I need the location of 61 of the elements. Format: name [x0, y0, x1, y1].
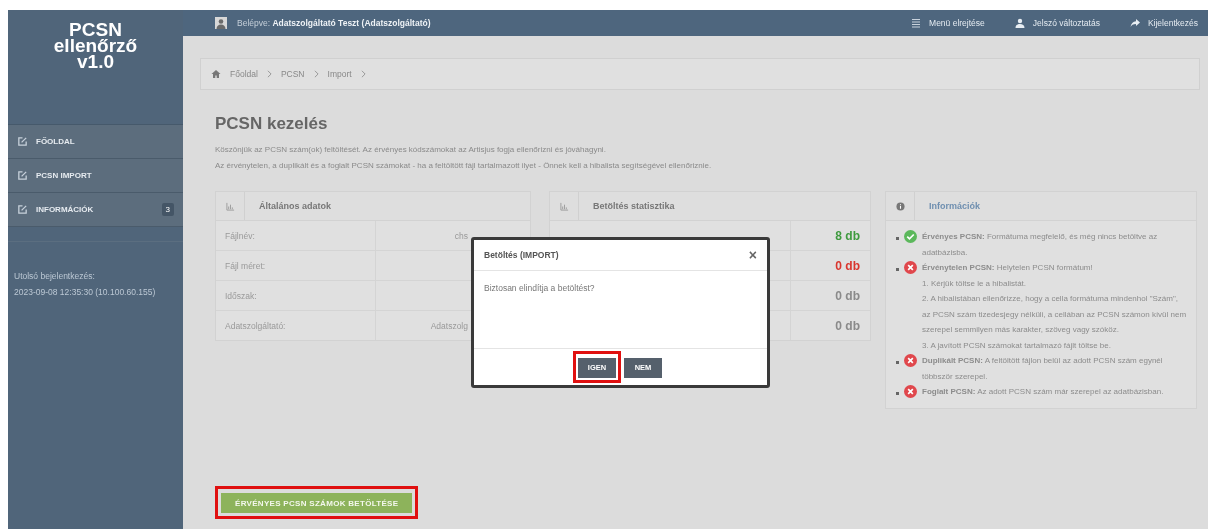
chevron-right-icon	[266, 70, 272, 78]
app-logo: PCSN ellenőrző v1.0	[52, 18, 139, 74]
logged-in-user: Belépve: Adatszolgáltató Teszt (Adatszolgáltató)	[237, 18, 431, 28]
dialog-title: Betöltés (IMPORT)	[484, 250, 559, 260]
count-value: 0 db	[834, 317, 861, 335]
info-text: Érvénytelen PCSN: Helytelen PCSN formátum!	[922, 263, 1093, 272]
info-text: Foglalt PCSN: Az adott PCSN szám már szerepel az adatbázisban.	[922, 387, 1164, 396]
error-circle-icon	[904, 261, 917, 274]
share-arrow-icon	[1129, 18, 1140, 28]
edit-icon	[17, 170, 28, 181]
top-bar-link[interactable]: Jelszó változtatás	[1014, 18, 1100, 28]
info-icon	[895, 201, 905, 211]
user-avatar-icon	[215, 17, 227, 29]
edit-icon	[17, 136, 28, 147]
count-value: 8 db	[834, 227, 861, 245]
error-circle-icon	[904, 354, 917, 367]
last-login-value: 2023-09-08 12:35:30 (10.100.60.155)	[14, 286, 157, 299]
table-cell: Fájl méret:	[216, 251, 376, 280]
count-badge: 3	[161, 203, 174, 216]
info-step: 3. A javított PCSN számokat tartalmazó fájlt töltse be.	[922, 337, 1188, 353]
intro-text: Köszönjük az PCSN szám(ok) feltöltését. Az érvényes kódszámokat az Artisjus fogja ellenőrizni és jóváhagyni.	[215, 144, 607, 156]
chevron-right-icon	[360, 70, 366, 78]
sidebar-item[interactable]: FŐOLDAL	[8, 125, 183, 159]
bar-chart-icon	[559, 201, 569, 211]
table-cell: Adatszolgáltató:	[216, 311, 376, 340]
home-icon	[211, 69, 221, 79]
sidebar-item-label: INFORMÁCIÓK	[36, 205, 95, 214]
sidebar-item-label: PCSN IMPORT	[36, 171, 93, 180]
info-text: Duplikált PCSN: A feltöltött fájlon belül az adott PCSN szám egynél többször szerepel.	[922, 356, 1163, 381]
panel-title: Információk	[928, 201, 980, 211]
top-bar-link[interactable]: Menü elrejtése	[911, 18, 985, 28]
count-value: 0 db	[834, 257, 861, 275]
menu-icon	[911, 18, 922, 28]
page-title: PCSN kezelés	[215, 114, 329, 134]
sidebar-item[interactable]: INFORMÁCIÓK 3	[8, 193, 183, 227]
breadcrumb-link[interactable]: PCSN	[280, 69, 305, 79]
bar-chart-icon	[225, 201, 235, 211]
chevron-right-icon	[313, 70, 319, 78]
info-text: Érvényes PCSN: Formátuma megfelelő, és még nincs betöltve az adatbázisba.	[922, 232, 1158, 257]
sidebar-item-label: FŐOLDAL	[36, 137, 76, 146]
panel-title: Általános adatok	[258, 201, 332, 211]
edit-icon	[17, 204, 28, 215]
info-step: 2. A hibalistában ellenőrizze, hogy a cella formátuma mindenhol "Szám", az PCSN szám tizedesjegy nélküli, a cellában az PCSN számon kívül nem szerepel semmilyen más karakter, szöveg vagy szóköz.	[922, 291, 1188, 338]
user-icon	[1014, 18, 1025, 28]
table-cell: Időszak:	[216, 281, 376, 310]
top-bar-link[interactable]: Kijelentkezés	[1129, 18, 1198, 28]
info-step: 1. Kérjük töltse le a hibalistát.	[922, 275, 1188, 291]
breadcrumb-link[interactable]: Import	[327, 69, 352, 79]
count-value: 0 db	[834, 287, 861, 305]
intro-text: Az érvénytelen, a duplikált és a foglalt PCSN számokat - ha a feltöltött fájl tartalmazott ilyet - Önnek kell a hibalista segítségével ellenőriznie.	[215, 160, 713, 172]
check-circle-icon	[904, 230, 917, 243]
close-button[interactable]: ×	[748, 247, 757, 263]
table-cell-text: Adatszolg	[429, 319, 469, 333]
breadcrumb-link[interactable]: Főoldal	[230, 69, 258, 79]
error-circle-icon	[904, 385, 917, 398]
table-cell: Fájlnév:	[216, 221, 376, 250]
sidebar-item[interactable]: PCSN IMPORT	[8, 159, 183, 193]
panel-title: Betöltés statisztika	[592, 201, 675, 211]
table-cell-text: chs	[453, 229, 469, 243]
dialog-message: Biztosan elindítja a betöltést?	[483, 282, 596, 295]
last-login-label: Utolsó bejelentkezés:	[14, 270, 96, 283]
